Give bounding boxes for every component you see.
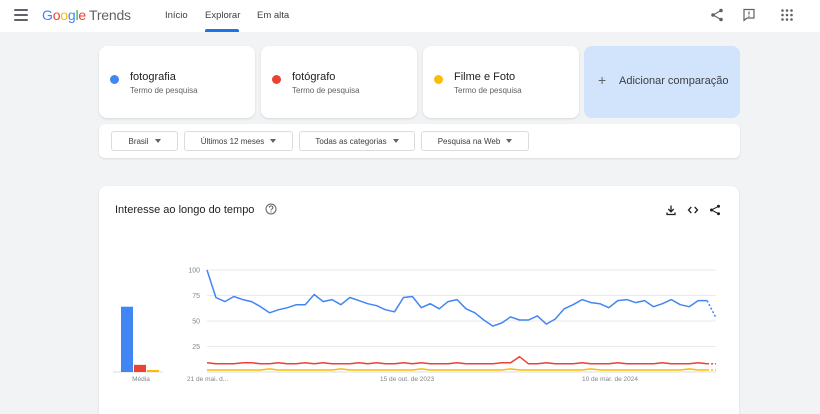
chevron-down-icon (506, 139, 513, 143)
term-type: Termo de pesquisa (454, 86, 522, 95)
series-partial-segment (706, 300, 717, 319)
term-type: Termo de pesquisa (292, 86, 360, 95)
interest-over-time-card: Interesse ao longo do tempo 100 75 50 25 Méd… (99, 186, 739, 414)
series-color-dot (434, 75, 443, 84)
series-line (206, 269, 708, 327)
search-type-filter[interactable]: Pesquisa na Web (421, 131, 529, 151)
menu-icon[interactable] (14, 9, 28, 21)
average-bar (147, 369, 159, 372)
feedback-icon[interactable] (742, 8, 756, 22)
y-tick-label: 75 (192, 293, 200, 300)
series-color-dot (110, 75, 119, 84)
google-trends-logo[interactable]: Google Trends (42, 7, 131, 23)
plus-icon: + (598, 72, 607, 88)
average-bar (134, 364, 146, 372)
y-tick-label: 100 (188, 268, 200, 275)
apps-grid-icon[interactable] (780, 8, 794, 22)
term-type: Termo de pesquisa (130, 86, 198, 95)
y-tick-label: 50 (192, 319, 200, 326)
chevron-down-icon (154, 139, 161, 143)
x-tick-label: 15 de out. de 2023 (380, 376, 435, 383)
series-line (207, 368, 708, 371)
add-comparison-label: Adicionar comparação (619, 75, 729, 87)
category-filter-label: Todas as categorias (315, 136, 387, 146)
add-comparison-button[interactable]: + Adicionar comparação (584, 46, 740, 118)
term-card-fotografo[interactable]: fotógrafo Termo de pesquisa (261, 46, 417, 118)
y-tick-label: 25 (192, 344, 200, 351)
active-tab-indicator (205, 29, 239, 32)
top-bar: Google Trends Início Explorar Em alta (0, 0, 820, 32)
x-tick-label: 21 de mai. d... (187, 376, 228, 383)
logo-product: Trends (89, 7, 131, 23)
period-filter[interactable]: Últimos 12 meses (184, 131, 293, 151)
series-color-dot (272, 75, 281, 84)
nav-tab-explorar[interactable]: Explorar (205, 10, 240, 21)
search-type-filter-label: Pesquisa na Web (437, 136, 501, 146)
nav-tab-em-alta[interactable]: Em alta (257, 10, 289, 21)
x-tick-label: 10 de mar. de 2024 (582, 376, 638, 383)
term-name: Filme e Foto (454, 71, 516, 83)
nav-tab-inicio[interactable]: Início (165, 10, 188, 21)
average-label: Média (132, 376, 150, 383)
period-filter-label: Últimos 12 meses (200, 136, 265, 146)
term-card-filme-e-foto[interactable]: Filme e Foto Termo de pesquisa (423, 46, 579, 118)
category-filter[interactable]: Todas as categorias (299, 131, 415, 151)
series-line (206, 355, 708, 365)
term-name: fotógrafo (292, 71, 336, 83)
term-card-fotografia[interactable]: fotografia Termo de pesquisa (99, 46, 255, 118)
region-filter-label: Brasil (128, 136, 149, 146)
chevron-down-icon (392, 139, 399, 143)
region-filter[interactable]: Brasil (111, 131, 178, 151)
filter-bar: Brasil Últimos 12 meses Todas as categor… (99, 124, 740, 158)
share-icon[interactable] (710, 8, 724, 22)
average-bar (121, 306, 133, 372)
chevron-down-icon (270, 139, 277, 143)
logo-google: Google (42, 7, 86, 23)
interest-over-time-chart: 100 75 50 25 Média 21 de mai. d... 15 de out. … (113, 268, 717, 383)
term-name: fotografia (130, 71, 176, 83)
